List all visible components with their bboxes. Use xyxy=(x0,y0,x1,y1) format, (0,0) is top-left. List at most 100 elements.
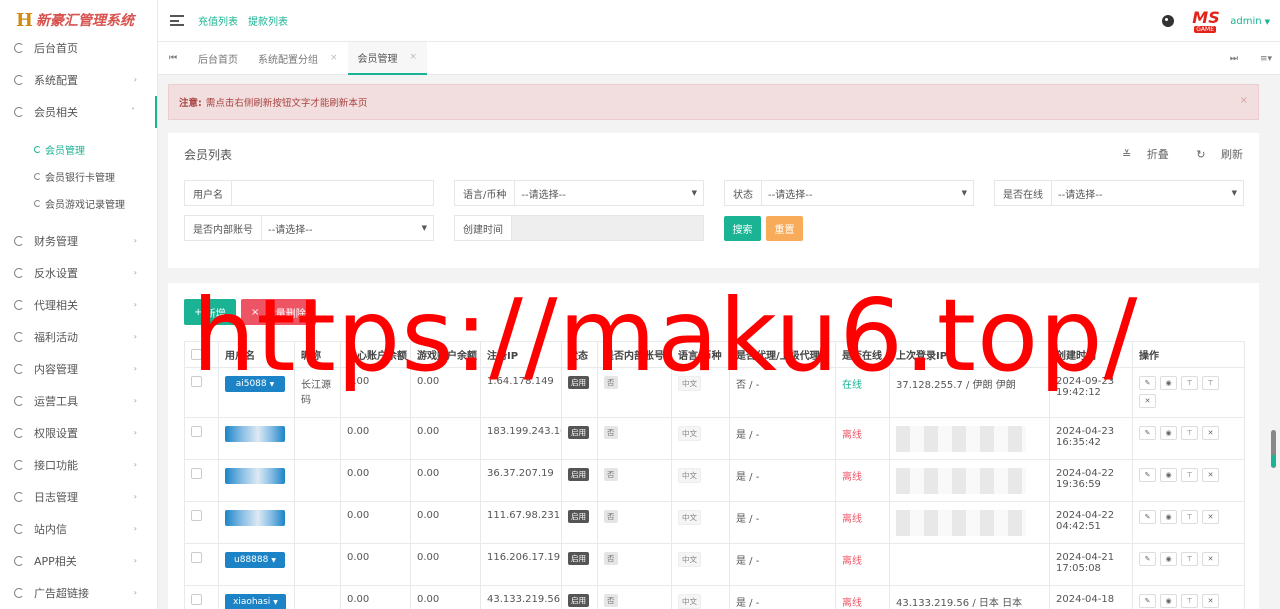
row-checkbox[interactable] xyxy=(191,510,202,521)
edit-icon[interactable]: ✎ xyxy=(1139,552,1156,566)
select-value[interactable]: --请选择-- ▼ xyxy=(262,216,433,240)
delete-icon[interactable]: ✕ xyxy=(1202,468,1219,482)
sidebar-subitem-bank-card[interactable]: 会员银行卡管理 xyxy=(0,163,157,190)
sidebar-item-ads[interactable]: 广告超链接 › xyxy=(0,577,157,609)
created-time-field[interactable]: 创建时间 xyxy=(454,215,704,241)
tab-system-config-group[interactable]: 系统配置分组 × xyxy=(248,42,348,75)
sidebar-item-member[interactable]: 会员相关 ˅ xyxy=(0,96,157,128)
view-icon[interactable]: ◉ xyxy=(1160,552,1177,566)
edit-icon[interactable]: ✎ xyxy=(1139,468,1156,482)
row-checkbox[interactable] xyxy=(191,426,202,437)
view-icon[interactable]: ◉ xyxy=(1160,594,1177,608)
game-balance-cell: 0.00 xyxy=(410,585,481,609)
chevron-right-icon: › xyxy=(133,556,137,565)
username-field[interactable]: 用户名 xyxy=(184,180,434,206)
sidebar-item-logs[interactable]: 日志管理 › xyxy=(0,481,157,513)
edit-icon[interactable]: ✎ xyxy=(1139,510,1156,524)
sidebar-item-messages[interactable]: 站内信 › xyxy=(0,513,157,545)
disable-icon[interactable]: ⊤ xyxy=(1181,426,1198,440)
select-value[interactable]: --请选择-- ▼ xyxy=(1052,181,1243,205)
menu-toggle-icon[interactable] xyxy=(170,15,184,26)
reset-button[interactable]: 重置 xyxy=(766,216,803,241)
view-icon[interactable]: ◉ xyxy=(1160,510,1177,524)
user-menu[interactable]: admin ▼ xyxy=(1230,16,1270,27)
recharge-list-link[interactable]: 充值列表 xyxy=(198,13,238,28)
username-dropdown[interactable]: ████ xyxy=(225,468,285,484)
row-checkbox[interactable] xyxy=(191,468,202,479)
sidebar-subitem-game-record[interactable]: 会员游戏记录管理 xyxy=(0,190,157,217)
lang-badge: 中文 xyxy=(678,552,701,567)
palette-icon[interactable] xyxy=(1162,15,1175,27)
table-row: ████ 0.00 0.00 36.37.207.19 启用 否 中文 是 / … xyxy=(184,459,1245,502)
refresh-button[interactable]: ↻ 刷新 xyxy=(1184,148,1243,161)
disable-icon[interactable]: ⊤ xyxy=(1181,552,1198,566)
edit-icon[interactable]: ✎ xyxy=(1139,376,1156,390)
username-dropdown[interactable]: ████ xyxy=(225,510,285,526)
online-select[interactable]: 是否在线 --请选择-- ▼ xyxy=(994,180,1244,206)
created-date: 2024-04-18 xyxy=(1056,594,1115,605)
sidebar-item-finance[interactable]: 财务管理 › xyxy=(0,225,157,257)
tab-scroll-left-icon[interactable]: ⏮ xyxy=(158,53,188,63)
username-dropdown[interactable]: ████ xyxy=(225,426,285,442)
disable-icon[interactable]: ⊤ xyxy=(1181,510,1198,524)
game-balance-cell: 0.00 xyxy=(410,417,481,460)
created-time-input[interactable] xyxy=(512,216,703,240)
nav-icon xyxy=(14,588,24,598)
tab-home[interactable]: 后台首页 xyxy=(188,42,248,75)
edit-icon[interactable]: ✎ xyxy=(1139,426,1156,440)
withdraw-list-link[interactable]: 提款列表 xyxy=(248,13,288,28)
select-value[interactable]: --请选择-- ▼ xyxy=(515,181,703,205)
disable-icon[interactable]: ⊤ xyxy=(1181,468,1198,482)
internal-account-select[interactable]: 是否内部账号 --请选择-- ▼ xyxy=(184,215,434,241)
sidebar-item-content[interactable]: 内容管理 › xyxy=(0,353,157,385)
close-icon[interactable]: × xyxy=(410,52,418,62)
sidebar-item-permissions[interactable]: 权限设置 › xyxy=(0,417,157,449)
username-dropdown[interactable]: u88888 ▼ xyxy=(225,552,285,568)
sidebar-item-ops-tools[interactable]: 运营工具 › xyxy=(0,385,157,417)
nav-icon xyxy=(14,332,24,342)
sidebar-item-home[interactable]: 后台首页 xyxy=(0,32,157,64)
search-panel: 会员列表 ≚ 折叠 ↻ 刷新 用户名 语言/币种 --请选择-- ▼ 状态 --请… xyxy=(168,133,1259,268)
delete-icon[interactable]: ✕ xyxy=(1202,426,1219,440)
agent-cell: 是 / - xyxy=(729,543,836,586)
view-icon[interactable]: ◉ xyxy=(1160,376,1177,390)
kick-icon[interactable]: ⊤ xyxy=(1202,376,1219,390)
sidebar-item-rebate[interactable]: 反水设置 › xyxy=(0,257,157,289)
avatar[interactable]: MS GAME xyxy=(1190,6,1224,36)
status-select[interactable]: 状态 --请选择-- ▼ xyxy=(724,180,974,206)
close-icon[interactable]: × xyxy=(1240,95,1248,106)
tab-scroll-right-icon[interactable]: ⏭ xyxy=(1230,54,1238,64)
delete-icon[interactable]: ✕ xyxy=(1202,552,1219,566)
sidebar-item-label: APP相关 xyxy=(34,555,77,568)
select-value[interactable]: --请选择-- ▼ xyxy=(762,181,973,205)
edit-icon[interactable]: ✎ xyxy=(1139,594,1156,608)
sidebar-item-app[interactable]: APP相关 › xyxy=(0,545,157,577)
nav-icon xyxy=(14,75,24,85)
username-input[interactable] xyxy=(232,181,433,205)
sidebar-item-agent[interactable]: 代理相关 › xyxy=(0,289,157,321)
sidebar-item-system-config[interactable]: 系统配置 › xyxy=(0,64,157,96)
delete-icon[interactable]: ✕ xyxy=(1202,510,1219,524)
delete-icon[interactable]: ✕ xyxy=(1139,394,1156,408)
row-checkbox[interactable] xyxy=(191,552,202,563)
sidebar-subitem-member-manage[interactable]: 会员管理 xyxy=(0,136,157,163)
field-label: 是否内部账号 xyxy=(185,216,262,240)
sidebar-item-welfare[interactable]: 福利活动 › xyxy=(0,321,157,353)
view-icon[interactable]: ◉ xyxy=(1160,426,1177,440)
row-checkbox[interactable] xyxy=(191,594,202,605)
currency-select[interactable]: 语言/币种 --请选择-- ▼ xyxy=(454,180,704,206)
disable-icon[interactable]: ⊤ xyxy=(1181,594,1198,608)
disable-icon[interactable]: ⊤ xyxy=(1181,376,1198,390)
lang-badge: 中文 xyxy=(678,510,701,525)
username-dropdown[interactable]: xiaohasi ▼ xyxy=(225,594,286,609)
close-icon[interactable]: × xyxy=(330,53,338,63)
sidebar-item-label: 接口功能 xyxy=(34,459,78,472)
collapse-button[interactable]: ≚ 折叠 xyxy=(1110,148,1169,161)
search-button[interactable]: 搜索 xyxy=(724,216,761,241)
tab-menu-icon[interactable]: ≡▾ xyxy=(1260,54,1272,64)
delete-icon[interactable]: ✕ xyxy=(1202,594,1219,608)
status-badge: 启用 xyxy=(568,426,589,439)
sidebar-item-api[interactable]: 接口功能 › xyxy=(0,449,157,481)
view-icon[interactable]: ◉ xyxy=(1160,468,1177,482)
tab-member-manage[interactable]: 会员管理 × xyxy=(347,41,428,75)
